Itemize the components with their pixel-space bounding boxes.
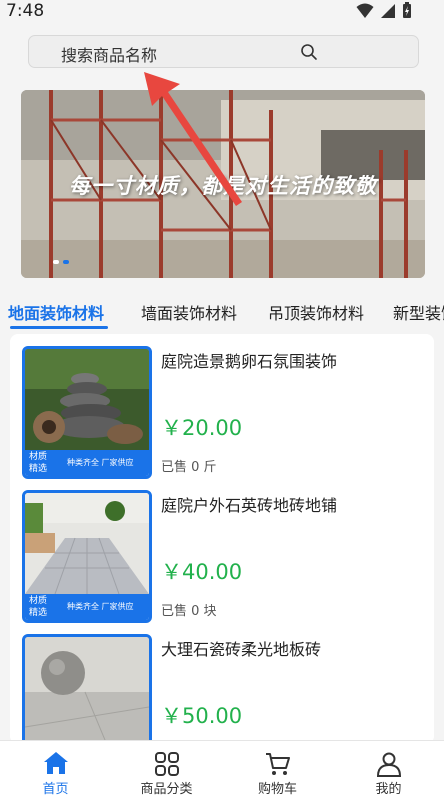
nav-profile-label: 我的 — [375, 782, 402, 797]
user-icon — [376, 752, 401, 777]
product-item[interactable]: 材质 精选 种类齐全 厂家供应 庭院户外石英砖地砖地铺 ￥40.00 已售 0 块 — [10, 478, 434, 623]
category-tabs: 地面装饰材料 墙面装饰材料 吊顶装饰材料 新型装饰 — [0, 298, 444, 328]
nav-home[interactable]: 首页 — [0, 741, 111, 798]
thumbnail-banner: 材质 精选 种类齐全 厂家供应 — [25, 450, 149, 476]
product-item[interactable]: 大理石瓷砖柔光地板砖 ￥50.00 — [10, 622, 434, 744]
product-title[interactable]: 大理石瓷砖柔光地板砖 — [161, 636, 321, 660]
product-list: 材质 精选 种类齐全 厂家供应 庭院造景鹅卵石氛围装饰 ￥20.00 已售 0 斤 — [10, 334, 434, 744]
search-input[interactable]: 搜索商品名称 — [28, 35, 419, 68]
courtyard-tiles-image — [25, 493, 149, 594]
status-time: 7:48 — [6, 1, 45, 21]
nav-home-label: 首页 — [42, 782, 69, 797]
battery-icon — [403, 2, 411, 18]
product-sold-count: 已售 0 斤 — [161, 460, 217, 475]
tab-floor-materials[interactable]: 地面装饰材料 — [8, 300, 104, 324]
cart-icon — [265, 753, 290, 775]
search-icon[interactable] — [300, 43, 318, 61]
search-placeholder: 搜索商品名称 — [61, 46, 158, 65]
carousel-dot[interactable] — [53, 260, 59, 264]
quality-tag: 材质 精选 — [29, 596, 48, 618]
product-item[interactable]: 材质 精选 种类齐全 厂家供应 庭院造景鹅卵石氛围装饰 ￥20.00 已售 0 斤 — [10, 334, 434, 479]
quality-tag: 材质 精选 — [29, 452, 48, 474]
product-title[interactable]: 庭院造景鹅卵石氛围装饰 — [161, 348, 337, 372]
bottom-nav: 首页 商品分类 购物车 我的 — [0, 740, 444, 798]
thumbnail-banner: 材质 精选 种类齐全 厂家供应 — [25, 594, 149, 620]
category-grid-icon — [154, 752, 179, 776]
nav-cart-label: 购物车 — [257, 782, 297, 797]
nav-profile[interactable]: 我的 — [333, 741, 444, 798]
active-tab-indicator — [10, 326, 108, 329]
product-thumbnail[interactable]: 材质 精选 种类齐全 厂家供应 — [22, 490, 152, 623]
carousel-dot-active[interactable] — [63, 260, 69, 264]
wifi-icon — [356, 3, 374, 18]
thumbnail-slogan: 种类齐全 厂家供应 — [67, 458, 134, 467]
product-sold-count: 已售 0 块 — [161, 604, 217, 619]
thumbnail-slogan: 种类齐全 厂家供应 — [67, 602, 134, 611]
product-price: ￥20.00 — [161, 416, 243, 440]
tab-wall-materials[interactable]: 墙面装饰材料 — [141, 300, 237, 324]
nav-categories[interactable]: 商品分类 — [111, 741, 222, 798]
status-icons — [356, 2, 412, 19]
product-price: ￥50.00 — [161, 704, 243, 728]
status-bar: 7:48 — [0, 0, 444, 22]
nav-cart[interactable]: 购物车 — [222, 741, 333, 798]
tab-ceiling-materials[interactable]: 吊顶装饰材料 — [268, 300, 364, 324]
home-icon — [43, 752, 68, 774]
tab-new-materials[interactable]: 新型装饰 — [393, 300, 444, 324]
product-title[interactable]: 庭院户外石英砖地砖地铺 — [161, 492, 337, 516]
nav-categories-label: 商品分类 — [140, 782, 193, 797]
pebble-stones-image — [25, 349, 149, 450]
product-thumbnail[interactable]: 材质 精选 种类齐全 厂家供应 — [22, 346, 152, 479]
product-price: ￥40.00 — [161, 560, 243, 584]
signal-icon — [381, 3, 395, 18]
marble-tile-image — [25, 637, 149, 744]
annotation-arrow-icon — [144, 72, 242, 206]
product-thumbnail[interactable] — [22, 634, 152, 744]
